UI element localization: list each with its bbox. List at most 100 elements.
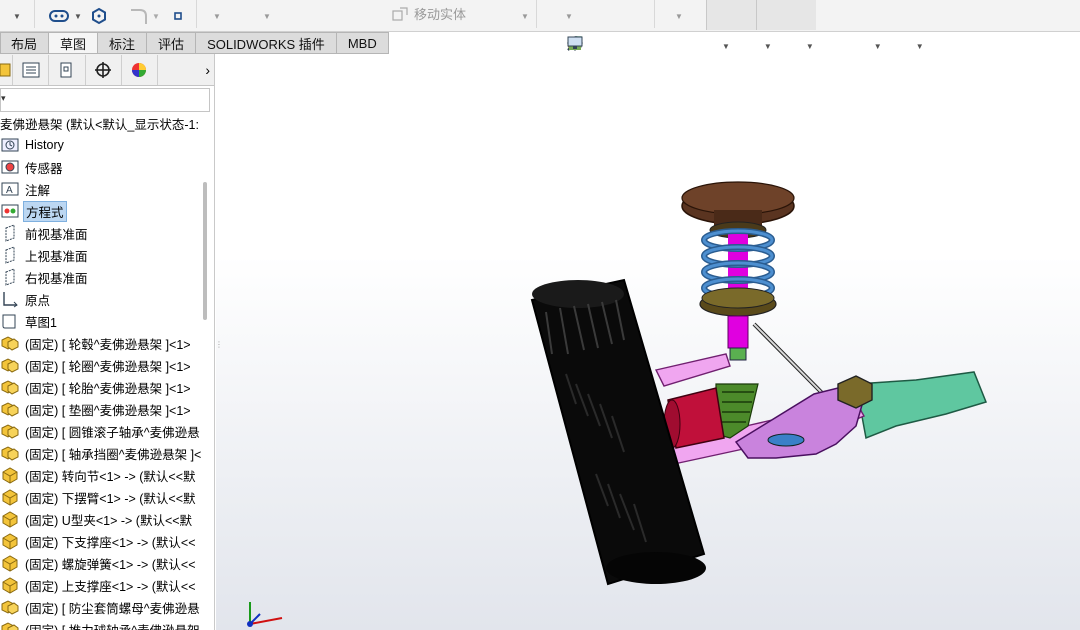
sketch-icon [0, 312, 20, 330]
tree-node-component[interactable]: (固定) [ 轴承挡圈^麦佛逊悬架 ]< [0, 442, 205, 464]
tab-sketch[interactable]: 草图 [49, 32, 99, 54]
property-manager-tab-icon[interactable] [13, 54, 50, 85]
tree-node-history[interactable]: History [0, 134, 205, 156]
slot-dropdown-icon[interactable]: ▼ [74, 3, 82, 29]
tree-node-top-plane[interactable]: 上视基准面 [0, 244, 205, 266]
dropdown-arrow-icon[interactable]: ▼ [564, 3, 574, 29]
tab-markup[interactable]: 标注 [98, 32, 148, 54]
apply-scene-icon[interactable] [569, 35, 870, 57]
tree-node-component[interactable]: (固定) 上支撑座<1> -> (默认<< [0, 574, 205, 596]
tree-node-component[interactable]: (固定) 螺旋弹簧<1> -> (默认<< [0, 552, 205, 574]
annotation-icon: A [0, 180, 20, 198]
tree-node-component[interactable]: (固定) [ 轮胎^麦佛逊悬架 ]<1> [0, 376, 205, 398]
coil-spring[interactable] [701, 228, 775, 300]
move-body-label: 移动实体 [414, 7, 467, 22]
move-body-icon [392, 6, 408, 21]
ribbon-separator [536, 0, 537, 28]
feature-manager-panel: › ▾ 麦佛逊悬架 (默认<默认_显示状态-1: History 传感器 A 注… [0, 54, 215, 630]
dropdown-arrow-icon[interactable]: ▼ [262, 3, 272, 29]
tree-node-component[interactable]: (固定) [ 垫圈^麦佛逊悬架 ]<1> [0, 398, 205, 420]
configuration-manager-tab-icon[interactable] [49, 54, 86, 85]
view-orientation-dropdown-icon[interactable]: ▼ [722, 42, 730, 51]
heads-up-view-toolbar: ▼ ▼ ▼ ▼ ▼ [566, 34, 928, 58]
strut-body[interactable] [727, 315, 749, 349]
panel-collapse-handle[interactable]: ⋮ [215, 340, 223, 362]
tree-node-component[interactable]: (固定) U型夹<1> -> (默认<<默 [0, 508, 205, 530]
tree-node-component[interactable]: (固定) [ 防尘套筒螺母^麦佛逊悬 [0, 596, 205, 618]
ribbon-large-button[interactable] [756, 0, 816, 30]
view-settings-icon[interactable] [567, 35, 912, 57]
dropdown-arrow-icon[interactable]: ▼ [520, 3, 530, 29]
dropdown-arrow-icon[interactable]: ▼ [10, 3, 24, 29]
suspension-model[interactable] [216, 54, 1080, 630]
graphics-area[interactable]: ▼ ▼ ▼ ▼ ▼ [216, 36, 1080, 630]
history-icon [0, 136, 20, 154]
section-view-icon[interactable] [568, 35, 666, 57]
tree-node-component[interactable]: (固定) [ 轮圈^麦佛逊悬架 ]<1> [0, 354, 205, 376]
feature-tree-scrollbar[interactable] [203, 182, 207, 320]
tab-evaluate[interactable]: 评估 [147, 32, 197, 54]
ribbon-separator [654, 0, 655, 28]
tree-node-equations[interactable]: 方程式 [0, 200, 205, 222]
polygon-tool-icon[interactable] [86, 3, 112, 29]
zoom-to-area-icon[interactable] [567, 35, 614, 57]
command-manager-tabs: 布局 草图 标注 评估 SOLIDWORKS 插件 MBD [0, 32, 389, 54]
tree-node-component[interactable]: (固定) 下支撑座<1> -> (默认<< [0, 530, 205, 552]
tree-node-component[interactable]: (固定) [ 轮毂^麦佛逊悬架 ]<1> [0, 332, 205, 354]
lower-link[interactable] [855, 371, 988, 440]
tab-solidworks-addins[interactable]: SOLIDWORKS 插件 [196, 32, 337, 54]
svg-text:A: A [6, 185, 13, 196]
assembly-root-node[interactable]: 麦佛逊悬架 (默认<默认_显示状态-1: [0, 114, 199, 133]
hide-show-items-icon[interactable] [567, 35, 802, 57]
fillet-tool-icon[interactable] [124, 3, 154, 29]
dropdown-arrow-icon[interactable]: ▼ [212, 3, 222, 29]
part-icon [0, 466, 20, 484]
ribbon-separator [196, 0, 197, 28]
tree-node-annotations[interactable]: A 注解 [0, 178, 205, 200]
view-orientation-icon[interactable] [568, 35, 718, 57]
edit-appearance-icon[interactable] [569, 35, 844, 57]
tree-node-component[interactable]: (固定) 转向节<1> -> (默认<<默 [0, 464, 205, 486]
feature-tree: History 传感器 A 注解 方程式 前视基准面 上视基准面 右视基准面 原 [0, 134, 205, 630]
move-body-button[interactable]: 移动实体 [392, 4, 466, 23]
display-style-icon[interactable] [568, 35, 760, 57]
tab-layout[interactable]: 布局 [0, 32, 50, 54]
fillet-dropdown-icon[interactable]: ▼ [152, 3, 160, 29]
dynamic-annotation-icon[interactable] [567, 35, 692, 57]
apply-scene-dropdown-icon[interactable]: ▼ [874, 42, 882, 51]
hide-show-dropdown-icon[interactable]: ▼ [806, 42, 814, 51]
ribbon-large-button[interactable] [706, 0, 756, 30]
filter-dropdown-icon[interactable]: ▾ [1, 93, 6, 104]
plane-icon [0, 246, 20, 264]
slot-tool-icon[interactable] [46, 3, 76, 29]
tree-node-sensors[interactable]: 传感器 [0, 156, 205, 178]
dimxpert-manager-tab-icon[interactable] [86, 54, 122, 85]
tree-node-component[interactable]: (固定) 下摆臂<1> -> (默认<<默 [0, 486, 205, 508]
tree-node-origin[interactable]: 原点 [0, 288, 205, 310]
tree-node-front-plane[interactable]: 前视基准面 [0, 222, 205, 244]
tree-node-component[interactable]: (固定) [ 推力球轴承^麦佛逊悬架 [0, 618, 205, 630]
tree-node-sketch1[interactable]: 草图1 [0, 310, 205, 332]
subassembly-icon [0, 356, 20, 374]
plane-icon [0, 268, 20, 286]
feature-tree-tab-icon[interactable] [0, 54, 14, 85]
feature-filter-box[interactable]: ▾ [0, 88, 210, 112]
subassembly-icon [0, 620, 20, 630]
previous-view-icon[interactable] [568, 35, 640, 57]
subassembly-icon [0, 422, 20, 440]
display-manager-tab-icon[interactable] [122, 54, 159, 85]
tree-node-right-plane[interactable]: 右视基准面 [0, 266, 205, 288]
tab-mbd[interactable]: MBD [336, 32, 389, 54]
dropdown-arrow-icon[interactable]: ▼ [674, 3, 684, 29]
chevron-right-icon[interactable]: › [158, 55, 214, 85]
view-settings-dropdown-icon[interactable]: ▼ [916, 42, 924, 51]
part-icon [0, 532, 20, 550]
subassembly-icon [0, 444, 20, 462]
display-style-dropdown-icon[interactable]: ▼ [764, 42, 772, 51]
knuckle-upper-arm[interactable] [654, 353, 731, 387]
tree-node-component[interactable]: (固定) [ 圆锥滚子轴承^麦佛逊悬 [0, 420, 205, 442]
subassembly-icon [0, 334, 20, 352]
point-tool-icon[interactable] [172, 3, 184, 29]
part-icon [0, 488, 20, 506]
part-icon [0, 554, 20, 572]
